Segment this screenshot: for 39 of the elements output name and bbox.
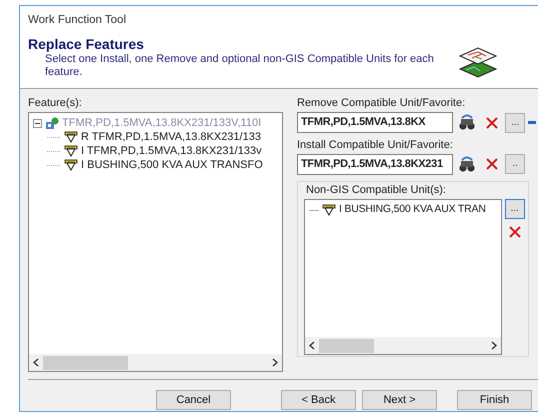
tree-line [47,136,61,138]
remove-unit-label: Remove Compatible Unit/Favorite: [297,97,466,110]
dialog-button[interactable]: Next > [362,390,437,410]
unit-item[interactable]: I TFMR,PD,1.5MVA,13.8KX231/133v [81,142,262,160]
browse-button[interactable]: .. [505,154,526,174]
non-gis-label: Non-GIS Compatible Unit(s): [304,184,448,198]
browse-button[interactable]: ... [505,112,526,133]
features-tree[interactable]: TFMR,PD,1.5MVA,13.8KX231/133V,110I R TFMR,PD,1.5MVA,13.8KX231/133 I TFMR,PD,1.5MVA,13.8KX231/133v I BUSHING,500 KVA AUX TRANSFO [28,112,283,372]
minus-icon[interactable] [528,120,536,125]
unit-field[interactable]: TFMR,PD,1.5MVA,13.8KX [297,112,453,134]
scroll-left-icon[interactable] [33,358,39,368]
add-button[interactable]: ... [504,199,525,220]
scroll-right-icon[interactable] [272,358,278,368]
unit-item[interactable]: I BUSHING,500 KVA AUX TRANSFO [81,156,263,174]
unit-field[interactable]: TFMR,PD,1.5MVA,13.8KX231 [297,154,453,175]
tree-line [47,150,61,152]
horizontal-scrollbar[interactable] [305,337,501,354]
dialog-button[interactable]: Cancel [156,390,231,410]
non-gis-list[interactable]: I BUSHING,500 KVA AUX TRAN [304,199,502,356]
unit-item[interactable]: R TFMR,PD,1.5MVA,13.8KX231/133 [81,128,261,146]
page-description: Select one Install, one Remove and optional non-GIS Compatible Units for each feature. [44,52,435,80]
unit-item[interactable]: I BUSHING,500 KVA AUX TRAN [339,202,486,218]
unit-icon [322,204,336,216]
page-heading: Replace Features [28,37,145,53]
window-title: Work Function Tool [28,13,128,28]
unit-icon [64,131,78,144]
unit-icon [64,159,78,172]
network-icon [45,116,59,130]
scroll-right-icon[interactable] [491,341,497,350]
install-unit-label: Install Compatible Unit/Favorite: [297,138,454,152]
scroll-left-icon[interactable] [309,341,315,350]
tree-line [309,210,319,211]
tree-line [47,164,61,166]
dialog-button[interactable]: Finish [457,390,532,410]
unit-icon [64,145,78,158]
horizontal-scrollbar[interactable] [29,354,282,372]
features-label: Feature(s): [28,97,83,110]
dialog-button[interactable]: < Back [281,390,356,410]
collapse-toggle[interactable] [33,118,42,128]
